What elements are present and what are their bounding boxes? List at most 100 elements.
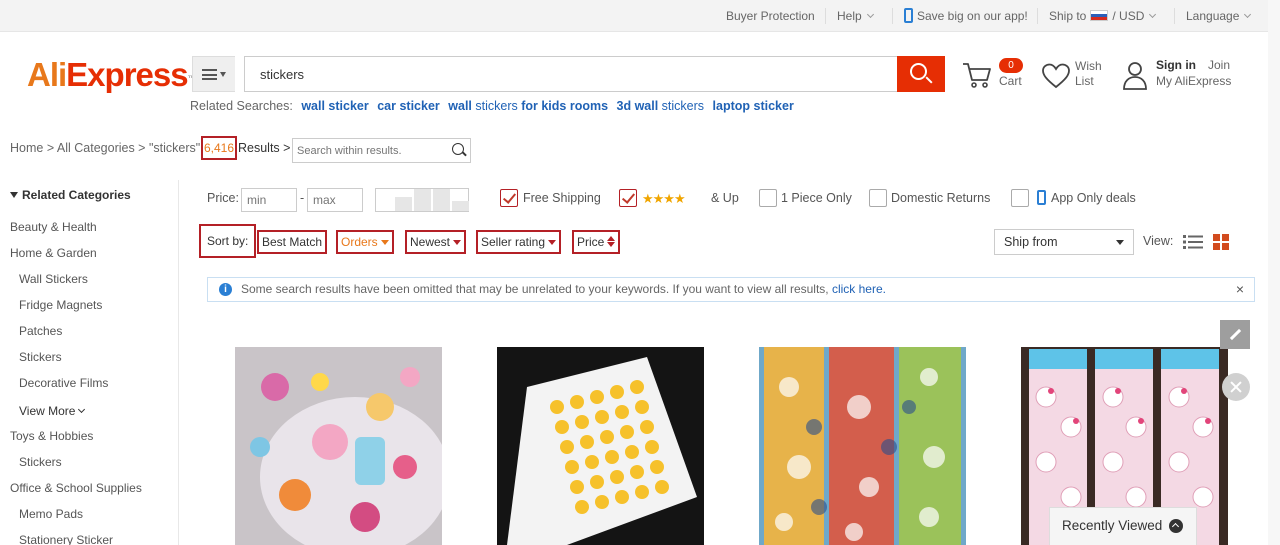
sort-by-label: Sort by: xyxy=(199,224,257,258)
language-label: Language xyxy=(1186,9,1240,23)
free-shipping-checkbox[interactable] xyxy=(500,189,518,207)
app-only-deals-checkbox[interactable] xyxy=(1011,189,1029,207)
grid-cell xyxy=(1222,243,1229,250)
ship-from-select[interactable]: Ship from xyxy=(994,229,1134,255)
grid-cell xyxy=(1222,234,1229,241)
search-within-input[interactable] xyxy=(292,138,471,163)
product-image[interactable] xyxy=(759,347,966,545)
cart-icon[interactable] xyxy=(962,60,992,90)
topbar-divider xyxy=(1037,8,1038,24)
domestic-returns-label[interactable]: Domestic Returns xyxy=(891,191,990,205)
wish-label-line2: List xyxy=(1075,74,1094,88)
language-menu[interactable]: Language xyxy=(1186,0,1252,32)
view-more-label: View More xyxy=(19,404,76,418)
rating-filter-checkbox[interactable] xyxy=(619,189,637,207)
sidebar-item-beauty-health[interactable]: Beauty & Health xyxy=(10,220,97,234)
buyer-protection-link[interactable]: Buyer Protection xyxy=(726,0,815,32)
sort-price[interactable]: Price xyxy=(572,230,621,254)
price-min-input[interactable] xyxy=(241,188,297,212)
free-shipping-label[interactable]: Free Shipping xyxy=(523,191,601,205)
search-input[interactable] xyxy=(244,56,898,92)
sidebar-item-fridge-magnets[interactable]: Fridge Magnets xyxy=(19,298,102,312)
aliexpress-logo[interactable]: AliExpress™ xyxy=(27,56,196,94)
sort-up-down-icon xyxy=(607,236,616,248)
sidebar-item-home-garden[interactable]: Home & Garden xyxy=(10,246,97,260)
related-search-link[interactable]: wall stickers for kids rooms xyxy=(448,99,608,113)
logo-express-text: Express xyxy=(66,56,188,93)
currency-separator: / xyxy=(1112,9,1116,23)
price-range-bar[interactable] xyxy=(394,197,412,211)
chevron-down-icon xyxy=(866,10,874,19)
sidebar-item-wall-stickers[interactable]: Wall Stickers xyxy=(19,272,88,286)
ship-to-label: Ship to xyxy=(1049,9,1087,23)
sort-newest[interactable]: Newest xyxy=(405,230,467,254)
breadcrumb[interactable]: Home > All Categories > "stickers" xyxy=(10,141,200,155)
search-button[interactable] xyxy=(897,56,945,92)
related-search-link[interactable]: laptop sticker xyxy=(713,99,794,113)
help-menu[interactable]: Help xyxy=(837,0,874,32)
ship-from-label: Ship from xyxy=(1004,235,1058,249)
sidebar-item-stickers[interactable]: Stickers xyxy=(19,350,62,364)
sidebar-item-toys-hobbies[interactable]: Toys & Hobbies xyxy=(10,429,93,443)
sort-orders[interactable]: Orders xyxy=(336,230,394,254)
page-scrollbar[interactable] xyxy=(1268,0,1280,545)
join-link[interactable]: Join xyxy=(1208,58,1230,72)
cart-label[interactable]: Cart xyxy=(999,74,1022,88)
category-menu-button[interactable] xyxy=(192,56,235,92)
related-search-link[interactable]: wall sticker xyxy=(301,99,368,113)
caret-down-icon xyxy=(1116,240,1124,245)
recently-viewed-label: Recently Viewed xyxy=(1062,518,1163,533)
sidebar-item-memo-pads[interactable]: Memo Pads xyxy=(19,507,83,521)
sort-orders-label: Orders xyxy=(341,235,378,249)
omitted-results-notice: i Some search results have been omitted … xyxy=(207,277,1255,302)
app-only-deals-label[interactable]: App Only deals xyxy=(1051,191,1136,205)
close-icon[interactable]: × xyxy=(1236,278,1244,301)
product-image[interactable] xyxy=(235,347,442,545)
one-piece-only-label[interactable]: 1 Piece Only xyxy=(781,191,852,205)
sidebar-item-office-school[interactable]: Office & School Supplies xyxy=(10,481,142,495)
recently-viewed-tab[interactable]: Recently Viewed xyxy=(1049,507,1197,545)
edit-pencil-icon[interactable] xyxy=(1220,320,1250,349)
price-range-bar[interactable] xyxy=(451,201,469,211)
price-range-bar[interactable] xyxy=(413,189,431,211)
close-icon[interactable] xyxy=(1222,373,1250,401)
one-piece-only-checkbox[interactable] xyxy=(759,189,777,207)
app-promo-link[interactable]: Save big on our app! xyxy=(904,0,1028,32)
product-image[interactable] xyxy=(497,347,704,545)
sidebar-item-decorative-films[interactable]: Decorative Films xyxy=(19,376,108,390)
price-range-histogram[interactable] xyxy=(375,188,469,212)
caret-down-icon xyxy=(453,240,462,245)
sidebar-divider xyxy=(178,180,179,545)
price-range-bar[interactable] xyxy=(432,189,450,211)
list-view-icon[interactable] xyxy=(1183,234,1203,250)
wish-list-link[interactable]: Wish List xyxy=(1075,59,1115,89)
ship-to-currency-menu[interactable]: Ship to / USD xyxy=(1049,0,1157,32)
grid-cell xyxy=(1213,234,1220,241)
heart-icon[interactable] xyxy=(1041,62,1071,90)
my-aliexpress-link[interactable]: My AliExpress xyxy=(1156,74,1231,88)
four-stars-icon: ★★★★ xyxy=(642,191,686,206)
phone-icon xyxy=(904,8,913,24)
sidebar-item-stickers[interactable]: Stickers xyxy=(19,455,62,469)
search-icon[interactable] xyxy=(452,143,464,155)
topbar-divider xyxy=(1174,8,1175,24)
domestic-returns-checkbox[interactable] xyxy=(869,189,887,207)
related-search-link[interactable]: car sticker xyxy=(377,99,440,113)
sidebar-view-more[interactable]: View More xyxy=(19,404,86,418)
view-label: View: xyxy=(1143,234,1174,248)
related-categories-heading[interactable]: Related Categories xyxy=(10,188,131,202)
sidebar-item-patches[interactable]: Patches xyxy=(19,324,62,338)
view-all-results-link[interactable]: click here. xyxy=(832,282,886,296)
price-max-input[interactable] xyxy=(307,188,363,212)
sidebar-item-stationery-sticker[interactable]: Stationery Sticker xyxy=(19,533,113,545)
currency-label: USD xyxy=(1119,9,1145,23)
sign-in-link[interactable]: Sign in xyxy=(1156,58,1196,72)
rating-and-up-label[interactable]: & Up xyxy=(711,191,739,205)
price-dash: - xyxy=(300,191,305,205)
sort-newest-label: Newest xyxy=(410,235,451,249)
chevron-up-icon xyxy=(1169,519,1183,533)
grid-view-icon[interactable] xyxy=(1213,234,1230,251)
sort-best-match[interactable]: Best Match xyxy=(257,230,328,254)
sort-seller-rating[interactable]: Seller rating xyxy=(476,230,562,254)
related-search-link[interactable]: 3d wall stickers xyxy=(617,99,705,113)
